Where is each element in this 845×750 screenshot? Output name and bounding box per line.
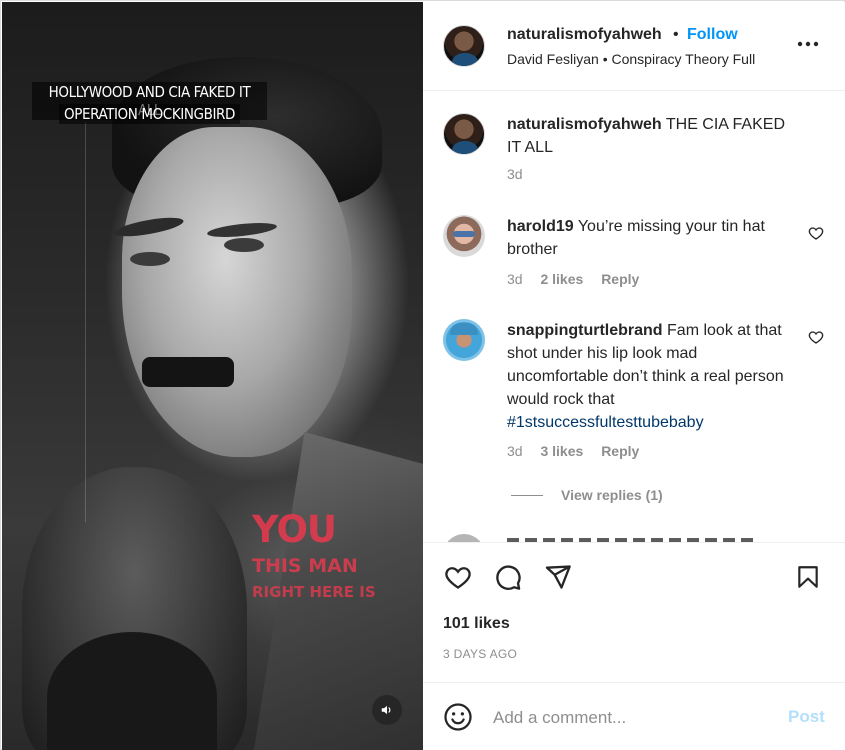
video-figure-eye-left	[130, 252, 170, 266]
comment-time[interactable]: 3d	[507, 271, 523, 287]
video-caption-line2-text: OPERATION MOCKINGBIRD	[59, 104, 240, 124]
header-separator: •	[673, 26, 679, 43]
follow-button[interactable]: Follow	[687, 26, 738, 44]
comment-likes[interactable]: 2 likes	[540, 271, 583, 287]
heart-icon[interactable]	[808, 329, 824, 345]
caption-meta: 3d	[507, 166, 523, 182]
video-figure-face	[122, 127, 352, 457]
comment-body: harold19 You’re missing your tin hat bro…	[507, 215, 795, 261]
comment-button[interactable]	[493, 562, 523, 592]
video-caption-line2: OPERATION MOCKINGBIRD	[32, 104, 267, 124]
comment-time[interactable]: 3d	[507, 443, 523, 459]
like-button[interactable]	[443, 562, 473, 592]
commenter-username[interactable]: snappingturtlebrand	[507, 322, 663, 339]
caption-author-avatar[interactable]	[443, 113, 485, 155]
reply-button[interactable]: Reply	[601, 443, 639, 459]
commenter-username[interactable]: harold19	[507, 218, 574, 235]
post-actions: 101 likes 3 DAYS AGO	[423, 542, 845, 682]
emoji-icon[interactable]	[443, 702, 473, 732]
comment-meta: 3d 3 likes Reply	[507, 443, 639, 459]
add-comment-bar: Post	[423, 682, 845, 750]
more-options-icon	[797, 41, 819, 47]
comment-bubble-icon	[496, 565, 521, 590]
view-replies-dash	[511, 494, 543, 496]
video-creator-beard	[47, 632, 217, 750]
owner-avatar[interactable]	[443, 25, 485, 67]
video-figure-eye-right	[224, 238, 264, 252]
video-overlay-right-here-is: RIGHT HERE IS	[252, 583, 376, 601]
more-options-button[interactable]	[793, 32, 823, 56]
bookmark-icon	[798, 566, 818, 588]
comment-body: snappingturtlebrand Fam look at that sho…	[507, 319, 795, 434]
comment-meta: 3d 2 likes Reply	[507, 271, 639, 287]
commenter-avatar[interactable]	[443, 215, 485, 257]
speaker-icon	[381, 705, 391, 715]
mute-toggle-button[interactable]	[372, 695, 402, 725]
likes-count[interactable]: 101 likes	[443, 615, 510, 633]
view-replies-button[interactable]: View replies (1)	[511, 487, 663, 503]
post-details-panel: naturalismofyahweh • Follow David Fesliy…	[423, 2, 845, 750]
caption-author-username[interactable]: naturalismofyahweh	[507, 116, 662, 133]
caption-body: naturalismofyahweh THE CIA FAKED IT ALL	[507, 113, 795, 159]
next-commenter-avatar[interactable]	[443, 534, 485, 542]
post-dialog: HOLLYWOOD AND CIA FAKED IT ALL OPERATION…	[0, 0, 845, 750]
video-overlay-this-man: THIS MAN	[252, 555, 358, 577]
commenter-avatar[interactable]	[443, 319, 485, 361]
audio-attribution[interactable]: David Fesliyan • Conspiracy Theory Full	[507, 51, 755, 67]
heart-icon[interactable]	[808, 225, 824, 241]
comments-list[interactable]: naturalismofyahweh THE CIA FAKED IT ALL …	[423, 92, 845, 542]
owner-username[interactable]: naturalismofyahweh	[507, 26, 662, 44]
post-comment-button[interactable]: Post	[788, 707, 825, 727]
video-split-line	[85, 122, 86, 522]
heart-icon	[445, 567, 471, 589]
comment-hashtag[interactable]: #1stsuccessfultesttubebaby	[507, 414, 704, 431]
comment-likes[interactable]: 3 likes	[540, 443, 583, 459]
video-overlay-you: YOU	[252, 508, 337, 551]
paper-plane-icon	[545, 565, 571, 589]
post-header: naturalismofyahweh • Follow David Fesliy…	[423, 2, 845, 91]
reply-button[interactable]: Reply	[601, 271, 639, 287]
video-figure-mustache	[142, 357, 234, 387]
caption-time[interactable]: 3d	[507, 166, 523, 182]
post-video[interactable]: HOLLYWOOD AND CIA FAKED IT ALL OPERATION…	[2, 2, 423, 750]
view-replies-label: View replies (1)	[561, 487, 663, 503]
share-button[interactable]	[543, 562, 573, 592]
post-date[interactable]: 3 DAYS AGO	[443, 647, 517, 661]
comment-input[interactable]	[493, 704, 773, 732]
save-button[interactable]	[793, 562, 823, 592]
